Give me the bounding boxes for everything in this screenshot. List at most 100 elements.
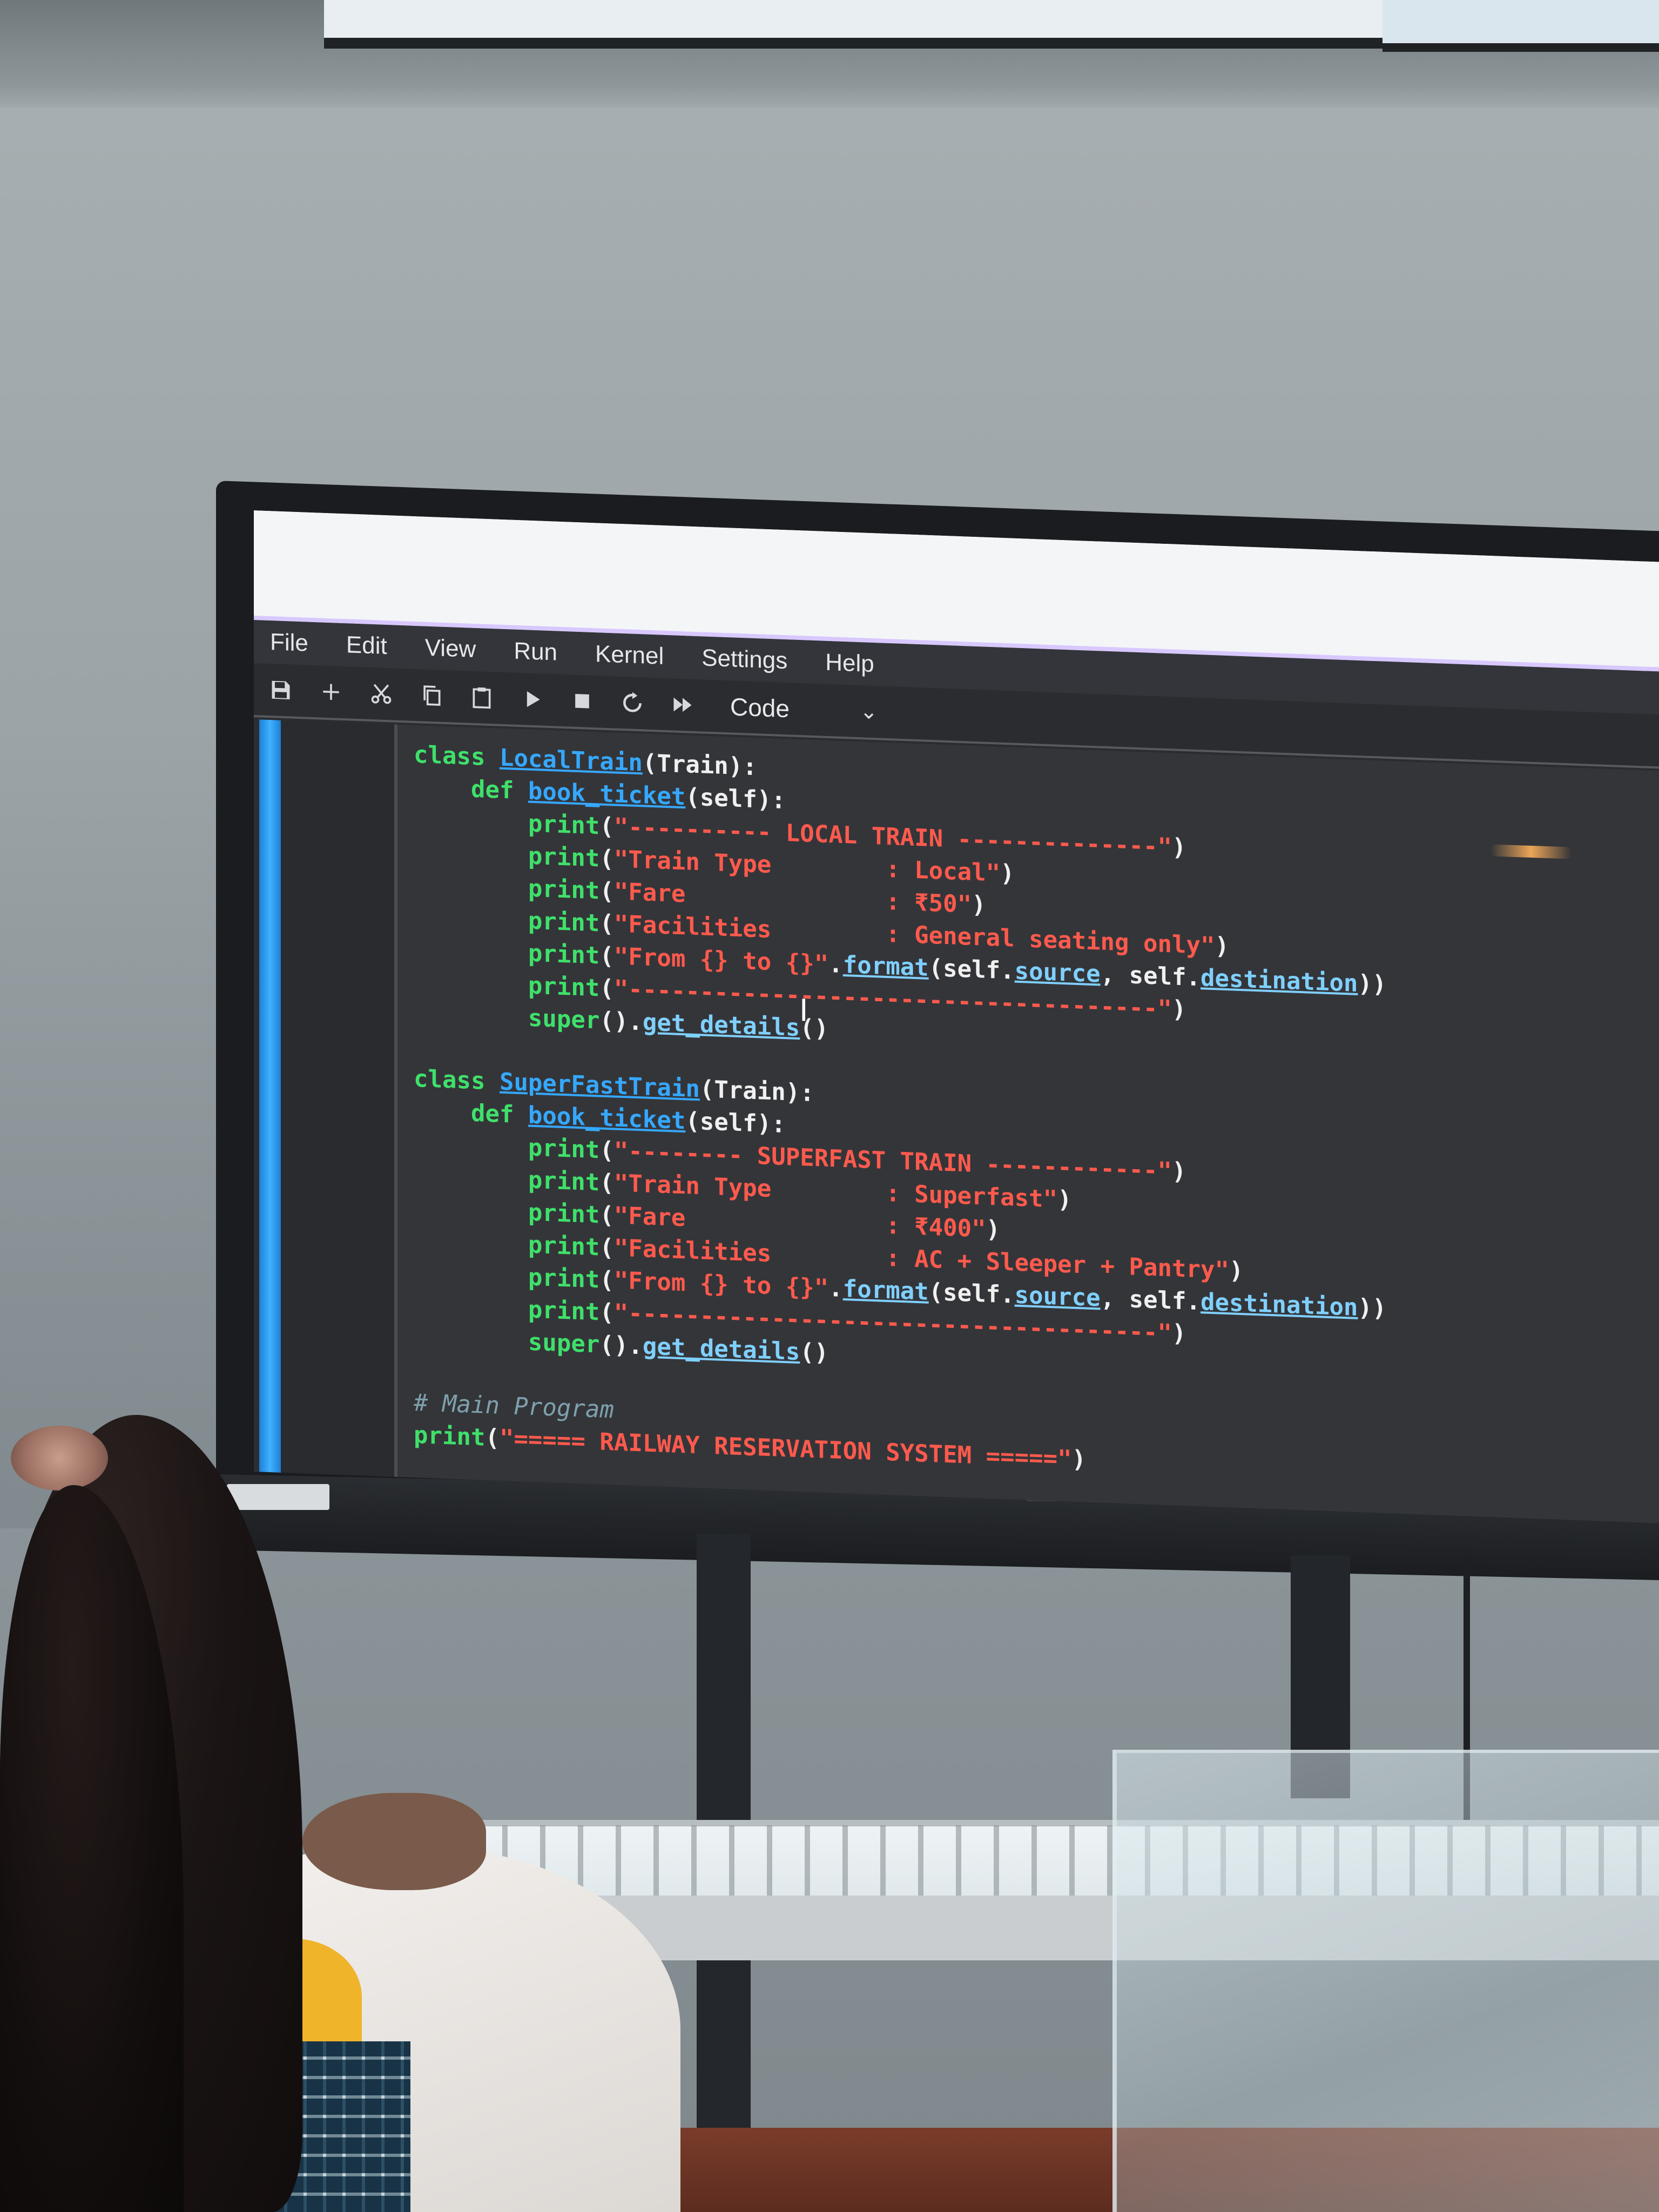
code-token: . (828, 950, 843, 979)
classroom-photo: File Edit View Run Kernel Settings Help (0, 0, 1659, 2212)
code-token: () (800, 1338, 829, 1367)
code-token: print (414, 1162, 600, 1197)
stop-icon[interactable] (566, 684, 598, 718)
code-token: ) (1172, 1319, 1186, 1348)
code-token: ( (599, 1201, 614, 1230)
menu-file[interactable]: File (270, 629, 308, 657)
code-token: ) (1215, 932, 1229, 961)
code-token: ( (599, 1136, 614, 1165)
run-icon[interactable] (516, 683, 548, 716)
code-token: ) (1172, 995, 1186, 1024)
code-token: print (414, 1129, 600, 1164)
code-token: ( (599, 1233, 614, 1262)
code-token: "From {} to {}" (613, 1266, 829, 1303)
code-token: destination (1201, 1288, 1358, 1321)
code-token: (self. (928, 954, 1015, 985)
code-token: LocalTrain (499, 744, 643, 777)
code-token: source (1014, 957, 1101, 988)
code-editor[interactable]: class LocalTrain(Train): def book_ticket… (414, 739, 1386, 1487)
code-token: ) (1172, 1157, 1186, 1186)
code-token: ) (1229, 1257, 1244, 1285)
menu-kernel[interactable]: Kernel (595, 640, 664, 670)
code-token: get_details (642, 1332, 800, 1366)
cell-prompt-gutter (281, 720, 394, 1481)
code-token: ( (599, 909, 614, 938)
fast-forward-icon[interactable] (666, 688, 699, 721)
student-arm (302, 1793, 486, 1890)
code-token: (self. (928, 1278, 1015, 1309)
code-token: ( (599, 1169, 614, 1197)
code-token: , self. (1100, 960, 1201, 992)
code-token: print (414, 1421, 485, 1452)
code-token: def (414, 1097, 528, 1129)
code-token: print (414, 1194, 600, 1229)
code-token: )) (1358, 969, 1387, 999)
code-token: book_ticket (528, 777, 686, 811)
code-token: (self): (685, 1107, 786, 1139)
code-token: format (842, 950, 929, 982)
code-token: ) (986, 1215, 1001, 1244)
code-token: class (414, 1064, 500, 1096)
code-token: SuperFastTrain (499, 1068, 700, 1103)
code-token: print (414, 967, 600, 1002)
code-token: ( (599, 974, 614, 1003)
code-token: print (414, 935, 600, 970)
code-token: print (414, 902, 600, 938)
code-token: )) (1358, 1293, 1387, 1323)
code-token: (). (599, 1007, 643, 1036)
code-token: ( (599, 812, 614, 841)
code-token: ) (1000, 859, 1015, 888)
menu-run[interactable]: Run (514, 638, 557, 666)
code-token: class (414, 740, 500, 772)
code-token: ( (599, 942, 614, 970)
code-token: ) (1172, 833, 1186, 862)
cell-type-select[interactable]: Code (730, 692, 838, 725)
code-token: print (414, 1259, 600, 1294)
copy-icon[interactable] (415, 679, 448, 712)
cut-icon[interactable] (365, 677, 397, 711)
code-token: super (414, 1324, 600, 1359)
code-token: ) (1057, 1185, 1072, 1214)
code-token: destination (1201, 964, 1358, 997)
paste-icon[interactable] (466, 680, 498, 714)
code-token: (self): (685, 783, 786, 815)
code-token: print (414, 870, 600, 905)
chevron-down-icon[interactable]: ⌄ (860, 699, 878, 724)
restart-icon[interactable] (616, 686, 649, 720)
upper-screen (324, 0, 1404, 49)
code-token: def (414, 773, 528, 805)
code-token: book_ticket (528, 1101, 686, 1135)
code-token: ( (599, 1266, 614, 1294)
code-token: print (414, 1291, 600, 1326)
menu-settings[interactable]: Settings (702, 644, 787, 675)
hair-scrunchie (11, 1426, 108, 1491)
text-cursor-icon: I (799, 993, 808, 1029)
code-token: # Main Program (414, 1388, 614, 1424)
notebook-area: class LocalTrain(Train): def book_ticket… (254, 719, 1659, 1523)
menu-view[interactable]: View (425, 635, 476, 663)
code-token: ( (485, 1424, 500, 1452)
save-icon[interactable] (265, 673, 297, 707)
code-token: ( (599, 1298, 614, 1327)
code-token: super (414, 1000, 600, 1035)
code-token: ) (972, 891, 986, 919)
code-token: source (1014, 1281, 1101, 1312)
code-token: , self. (1100, 1284, 1201, 1316)
active-cell-marker (259, 719, 281, 1476)
add-cell-icon[interactable] (315, 675, 347, 709)
code-token: get_details (642, 1008, 800, 1042)
code-token: . (828, 1274, 843, 1303)
glass-partition (1112, 1750, 1659, 2212)
menu-help[interactable]: Help (825, 649, 874, 678)
code-token: print (414, 1226, 600, 1262)
code-token: print (414, 805, 600, 840)
monitor-screen: File Edit View Run Kernel Settings Help (254, 510, 1659, 1523)
menu-edit[interactable]: Edit (346, 631, 387, 660)
code-token: ) (1071, 1445, 1087, 1474)
upper-screen-right (1382, 0, 1659, 52)
code-token: ( (599, 877, 614, 906)
code-cell[interactable]: class LocalTrain(Train): def book_ticket… (394, 724, 1659, 1523)
monitor-sticker (227, 1484, 329, 1510)
code-token: print (414, 838, 600, 873)
code-token: "From {} to {}" (613, 942, 829, 979)
